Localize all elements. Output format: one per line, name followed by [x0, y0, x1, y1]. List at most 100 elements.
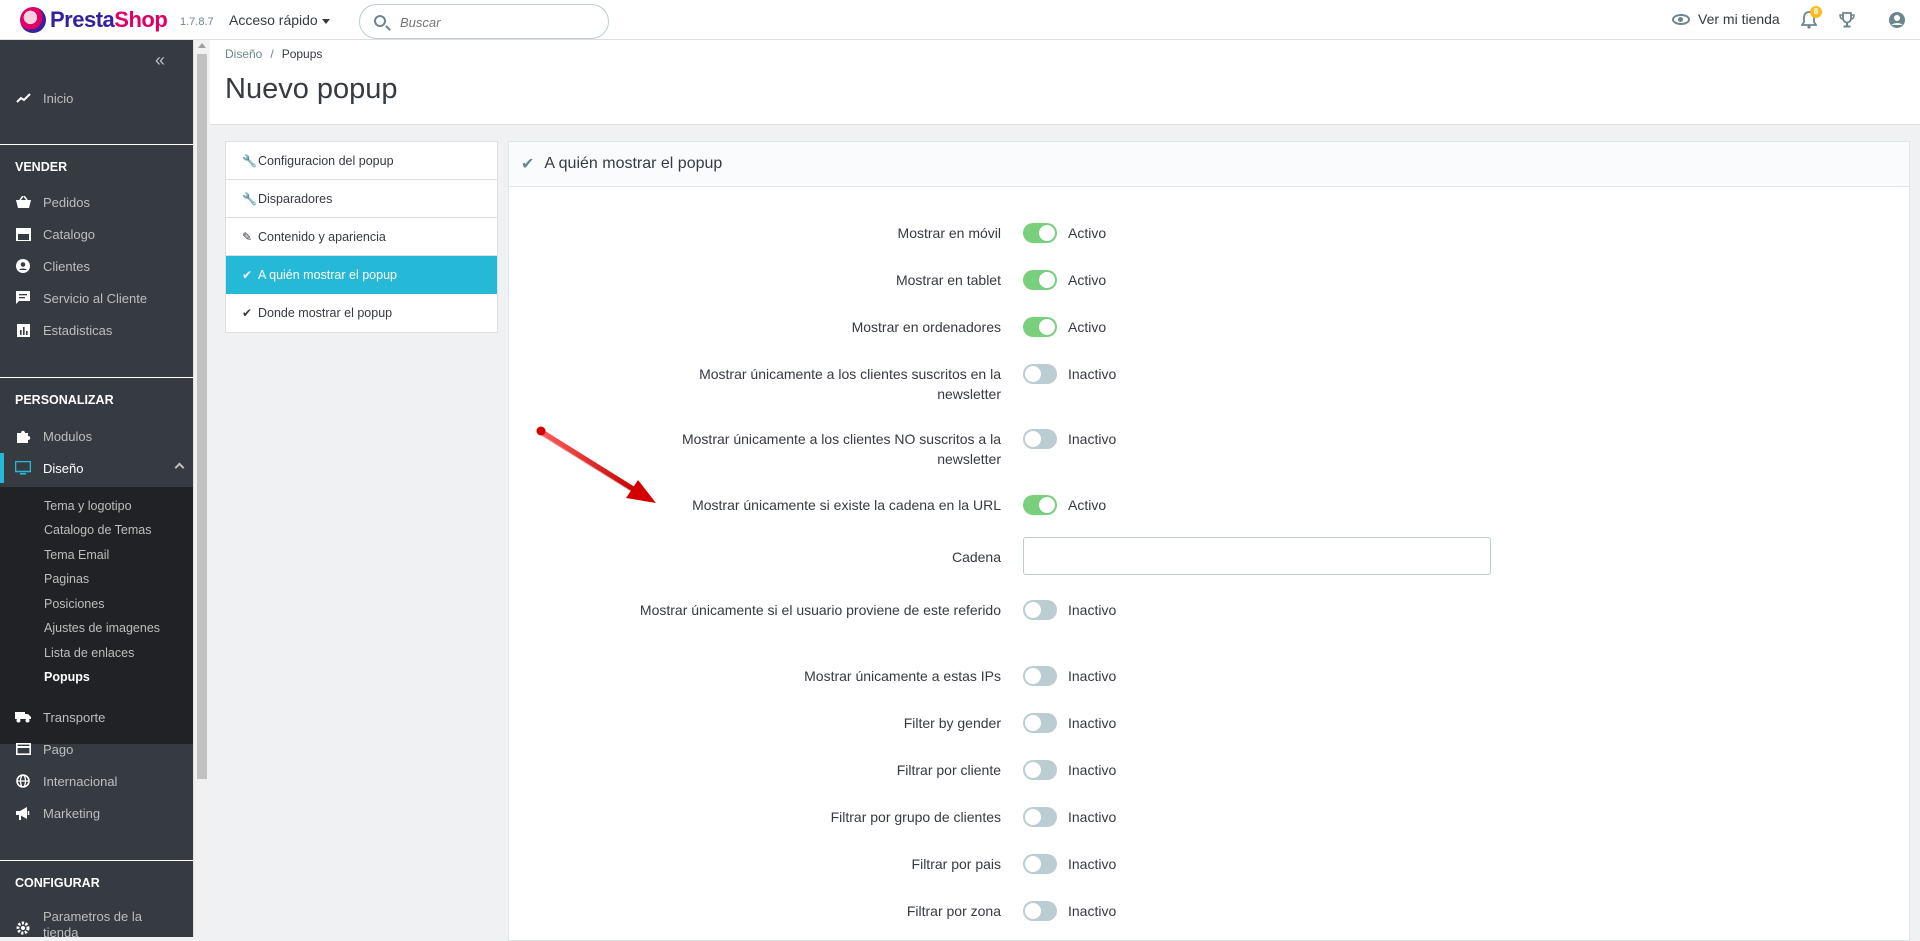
tab-content-appearance[interactable]: ✎ Contenido y apariencia [226, 218, 497, 256]
tab-triggers[interactable]: 🔧 Disparadores [226, 180, 497, 218]
eye-icon [1672, 13, 1690, 25]
sidebar-item-marketing[interactable]: Marketing [0, 798, 193, 828]
sidebar-item-label: Diseño [43, 460, 84, 476]
submenu-item[interactable]: Paginas [44, 572, 89, 586]
sidebar-item-payment[interactable]: Pago [0, 734, 193, 764]
toggle-state: Inactivo [1068, 602, 1117, 618]
submenu-item[interactable]: Lista de enlaces [44, 646, 134, 660]
caret-down-icon [321, 18, 330, 24]
toggle-switch[interactable] [1023, 270, 1057, 290]
tab-label: Contenido y apariencia [258, 229, 386, 244]
sidebar-item-stats[interactable]: Estadisticas [0, 315, 193, 345]
sidebar-item-design[interactable]: Diseño [0, 453, 193, 483]
toggle-switch[interactable] [1023, 666, 1057, 686]
quick-access-label: Acceso rápido [229, 12, 318, 28]
globe-icon [15, 774, 31, 788]
field-label: Mostrar en tablet [895, 272, 1001, 288]
toggle-switch[interactable] [1023, 495, 1057, 515]
search-box[interactable] [359, 4, 609, 39]
toggle-switch[interactable] [1023, 713, 1057, 733]
scroll-up-icon[interactable] [198, 43, 206, 48]
sidebar-item-modules[interactable]: Modulos [0, 421, 193, 451]
tab-who-to-show[interactable]: ✔ A quién mostrar el popup [226, 256, 497, 294]
breadcrumb: Diseño / Popups [225, 47, 323, 61]
tab-where-to-show[interactable]: ✔ Donde mostrar el popup [226, 294, 497, 332]
desktop-icon [15, 461, 31, 475]
collapse-sidebar-icon[interactable]: « [155, 50, 165, 71]
gear-icon [15, 921, 31, 935]
sidebar-item-customers[interactable]: Clientes [0, 251, 193, 281]
toggle-switch[interactable] [1023, 317, 1057, 337]
sidebar-item-home[interactable]: Inicio [0, 83, 193, 113]
search-input[interactable] [400, 13, 600, 31]
toggle-switch[interactable] [1023, 364, 1057, 384]
toggle-state: Inactivo [1068, 366, 1117, 382]
sidebar-item-label: Pago [43, 741, 74, 757]
toggle-switch[interactable] [1023, 760, 1057, 780]
sidebar-item-customer-service[interactable]: Servicio al Cliente [0, 283, 193, 313]
trophy-button[interactable] [1836, 9, 1858, 31]
sidebar-divider [0, 144, 193, 145]
sidebar-item-label: Estadisticas [43, 322, 113, 338]
submenu-item[interactable]: Tema y logotipo [44, 499, 132, 513]
breadcrumb-parent[interactable]: Diseño [225, 47, 262, 61]
sidebar-item-label: Modulos [43, 428, 93, 444]
check-icon: ✔ [242, 267, 253, 282]
field-label: Filter by gender [903, 715, 1001, 731]
toggle-state: Inactivo [1068, 903, 1117, 919]
notifications-button[interactable]: 8 [1798, 6, 1822, 31]
section-customize: PERSONALIZAR [15, 393, 114, 407]
sidebar-item-shop-params[interactable]: Parametros de la tienda [0, 909, 193, 937]
account-button[interactable] [1886, 9, 1908, 31]
field-label: Filtrar por cliente [896, 762, 1001, 778]
sidebar-item-international[interactable]: Internacional [0, 766, 193, 796]
puzzle-icon [15, 429, 31, 443]
user-circle-icon [1889, 12, 1905, 28]
toggle-state: Inactivo [1068, 715, 1117, 731]
toggle-state: Activo [1068, 225, 1107, 241]
store-icon [15, 227, 31, 241]
toggle-state: Activo [1068, 319, 1107, 335]
who-to-show-panel: ✔ A quién mostrar el popup Mostrar en mó… [508, 141, 1910, 941]
tab-popup-config[interactable]: 🔧 Configuracion del popup [226, 142, 497, 180]
sidebar-item-catalog[interactable]: Catalogo [0, 219, 193, 249]
scrollbar-thumb[interactable] [197, 54, 207, 779]
wrench-icon: 🔧 [242, 153, 257, 168]
toggle-switch[interactable] [1023, 223, 1057, 243]
submenu-item-popups[interactable]: Popups [44, 670, 90, 684]
sidebar-item-orders[interactable]: Pedidos [0, 187, 193, 217]
sidebar-item-label: Parametros de la tienda [43, 909, 142, 937]
field-label: Filtrar por zona [906, 903, 1001, 919]
search-icon [374, 15, 386, 27]
toggle-state: Activo [1068, 272, 1107, 288]
toggle-state: Inactivo [1068, 668, 1117, 684]
sidebar-item-label: Marketing [43, 805, 101, 821]
tab-label: Disparadores [258, 191, 333, 206]
check-icon: ✔ [521, 156, 535, 173]
sidebar-item-shipping[interactable]: Transporte [0, 702, 193, 732]
view-shop-link[interactable]: Ver mi tienda [1672, 11, 1780, 27]
toggle-state: Inactivo [1068, 809, 1117, 825]
field-label: Mostrar en móvil [897, 225, 1001, 241]
submenu-item[interactable]: Posiciones [44, 597, 104, 611]
toggle-switch[interactable] [1023, 854, 1057, 874]
quick-access-dropdown[interactable]: Acceso rápido [229, 12, 330, 28]
field-label: Mostrar únicamente a estas IPs [804, 668, 1001, 684]
brand-shop: Shop [114, 7, 168, 32]
bar-chart-icon [15, 323, 31, 337]
sidebar-item-label: Catalogo [43, 226, 96, 242]
sidebar-scrollbar[interactable] [193, 40, 210, 937]
string-input[interactable] [1023, 537, 1491, 575]
toggle-switch[interactable] [1023, 901, 1057, 921]
prestashop-logo[interactable]: PrestaShop [20, 7, 168, 33]
version-label: 1.7.8.7 [180, 16, 214, 28]
sidebar-item-label: Transporte [43, 709, 106, 725]
submenu-item[interactable]: Catalogo de Temas [44, 523, 151, 537]
toggle-switch[interactable] [1023, 429, 1057, 449]
submenu-item[interactable]: Tema Email [44, 548, 109, 562]
submenu-item[interactable]: Ajustes de imagenes [44, 621, 160, 635]
toggle-switch[interactable] [1023, 600, 1057, 620]
toggle-switch[interactable] [1023, 807, 1057, 827]
basket-icon [15, 195, 31, 209]
toggle-state: Inactivo [1068, 431, 1117, 447]
